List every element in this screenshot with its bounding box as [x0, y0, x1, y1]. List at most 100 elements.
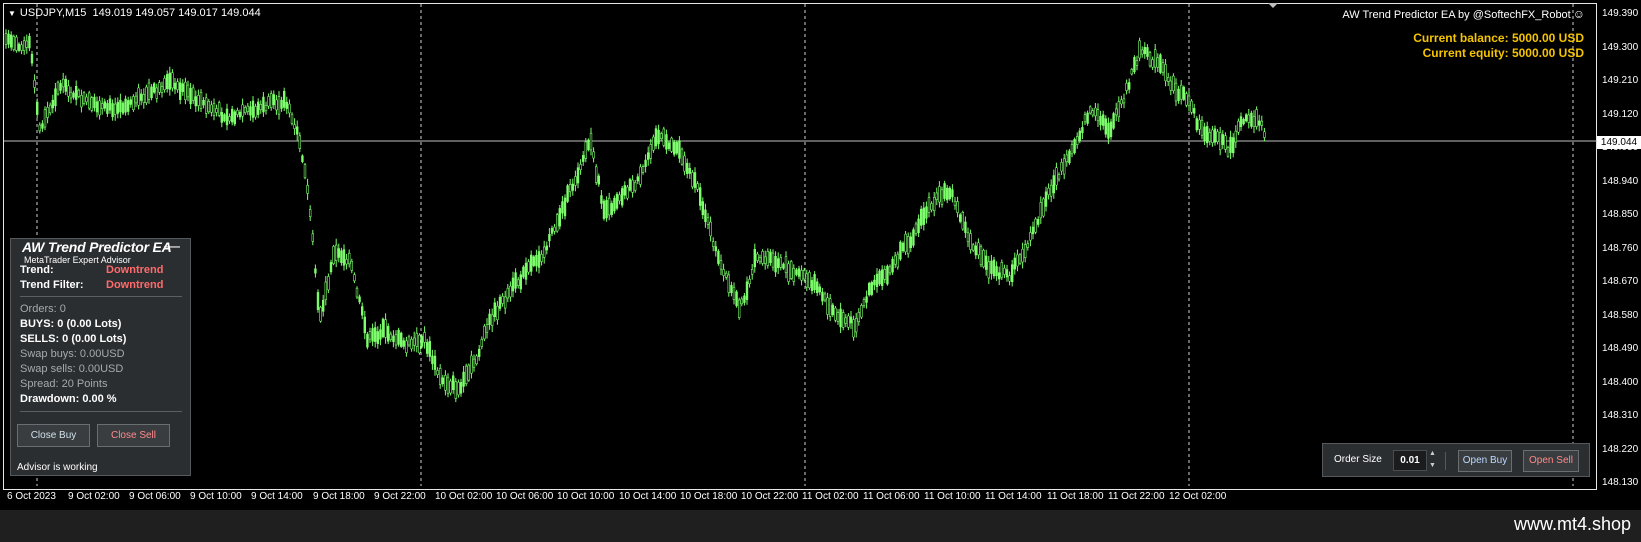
- candle-body: [353, 274, 356, 282]
- candle-body: [524, 262, 528, 280]
- candle-body: [215, 108, 218, 113]
- candle-body: [1130, 69, 1134, 75]
- candle-body: [205, 97, 208, 114]
- candle-body: [958, 214, 962, 222]
- candle-body: [857, 311, 861, 322]
- candle-body: [951, 189, 954, 198]
- smiley-icon: ☺: [1572, 7, 1585, 21]
- candle-body: [1122, 98, 1126, 104]
- collapse-arrow-icon[interactable]: ▼: [8, 9, 16, 18]
- candle-body: [607, 197, 611, 216]
- candle-body: [350, 261, 353, 271]
- candle-body: [420, 336, 424, 347]
- spread: Spread: 20 Points: [20, 378, 108, 390]
- candle-body: [600, 195, 603, 204]
- candle-body: [605, 199, 608, 219]
- candle-body: [1193, 108, 1196, 114]
- candle-body: [714, 246, 718, 252]
- candle-body: [319, 306, 322, 322]
- candle-body: [743, 295, 746, 303]
- candle-body: [238, 111, 242, 118]
- open-sell-button[interactable]: Open Sell: [1523, 450, 1579, 472]
- ea-panel-title: AW Trend Predictor EA: [22, 239, 172, 255]
- symbol-header: ▼ USDJPY,M15 149.019 149.057 149.017 149.…: [8, 7, 261, 19]
- candle-body: [971, 244, 975, 251]
- close-buy-button[interactable]: Close Buy: [17, 424, 90, 447]
- minimize-button[interactable]: —: [164, 238, 180, 256]
- candle-body: [761, 251, 764, 264]
- ea-panel: AW Trend Predictor EA MetaTrader Expert …: [10, 238, 191, 476]
- candle-body: [756, 253, 759, 261]
- candle-body: [613, 197, 616, 212]
- candle-body: [202, 100, 205, 106]
- time-axis-label: 10 Oct 06:00: [496, 491, 554, 502]
- ea-caption-text: AW Trend Predictor EA by @SoftechFX_Robo…: [1342, 9, 1571, 21]
- decrease-size-icon[interactable]: ▼: [1429, 462, 1436, 469]
- candle-body: [498, 296, 502, 309]
- candle-body: [280, 99, 283, 109]
- candle-body: [140, 93, 143, 101]
- candle-body: [1034, 218, 1037, 233]
- candle-body: [969, 233, 972, 251]
- price-chart[interactable]: [0, 0, 1597, 490]
- candle-body: [1198, 119, 1201, 130]
- candle-body: [376, 331, 379, 344]
- time-axis-label: 10 Oct 18:00: [680, 491, 738, 502]
- candle-body: [990, 260, 993, 274]
- candle-body: [784, 256, 788, 274]
- candle-body: [977, 242, 980, 256]
- candle-body: [914, 223, 918, 234]
- candle-body: [685, 162, 689, 174]
- candle-body: [1247, 114, 1251, 123]
- candle-body: [878, 270, 881, 285]
- candle-body: [639, 166, 642, 185]
- candle-body: [363, 316, 366, 334]
- candle-body: [537, 251, 541, 268]
- candle-body: [290, 113, 294, 124]
- candle-body: [212, 103, 216, 116]
- candle-body: [867, 282, 871, 296]
- candle-body: [158, 82, 161, 93]
- candle-body: [571, 183, 575, 191]
- candle-body: [787, 263, 790, 282]
- price-axis-label: 148.580: [1602, 309, 1639, 321]
- candle-body: [1135, 60, 1139, 66]
- candle-body: [992, 259, 996, 277]
- time-axis-label: 11 Oct 22:00: [1108, 491, 1165, 502]
- candle-body: [1021, 248, 1024, 263]
- candle-body: [943, 183, 946, 199]
- candle-body: [584, 141, 588, 159]
- candle-body: [259, 104, 262, 111]
- candle-body: [626, 186, 629, 199]
- candle-body: [849, 316, 853, 324]
- candle-body: [4, 33, 8, 45]
- candle-body: [542, 246, 546, 258]
- candle-body: [1182, 86, 1186, 100]
- price-axis-label: 148.490: [1602, 343, 1639, 354]
- candle-body: [132, 96, 135, 110]
- candle-body: [509, 285, 512, 298]
- candle-body: [860, 305, 863, 318]
- increase-size-icon[interactable]: ▲: [1429, 450, 1436, 457]
- candle-body: [665, 134, 668, 150]
- ea-caption: AW Trend Predictor EA by @SoftechFX_Robo…: [1342, 7, 1585, 21]
- candle-body: [880, 269, 884, 286]
- close-sell-button[interactable]: Close Sell: [97, 424, 170, 447]
- candle-body: [399, 332, 403, 347]
- chart-shift-marker[interactable]: [1268, 3, 1278, 8]
- candle-body: [389, 333, 392, 340]
- candle-body: [316, 292, 320, 310]
- candle-body: [1081, 127, 1084, 134]
- trend-filter-row: Trend Filter: Downtrend: [20, 279, 163, 291]
- candle-body: [597, 175, 601, 185]
- candle-body: [186, 84, 190, 98]
- open-buy-button[interactable]: Open Buy: [1458, 450, 1512, 472]
- candle-body: [1169, 80, 1173, 91]
- time-axis-label: 9 Oct 22:00: [374, 491, 426, 502]
- candle-body: [1156, 57, 1160, 68]
- candle-body: [176, 81, 179, 90]
- candle-body: [1239, 116, 1243, 127]
- candle-body: [153, 83, 156, 93]
- order-size-input[interactable]: 0.01: [1393, 450, 1427, 471]
- candle-body: [127, 100, 130, 112]
